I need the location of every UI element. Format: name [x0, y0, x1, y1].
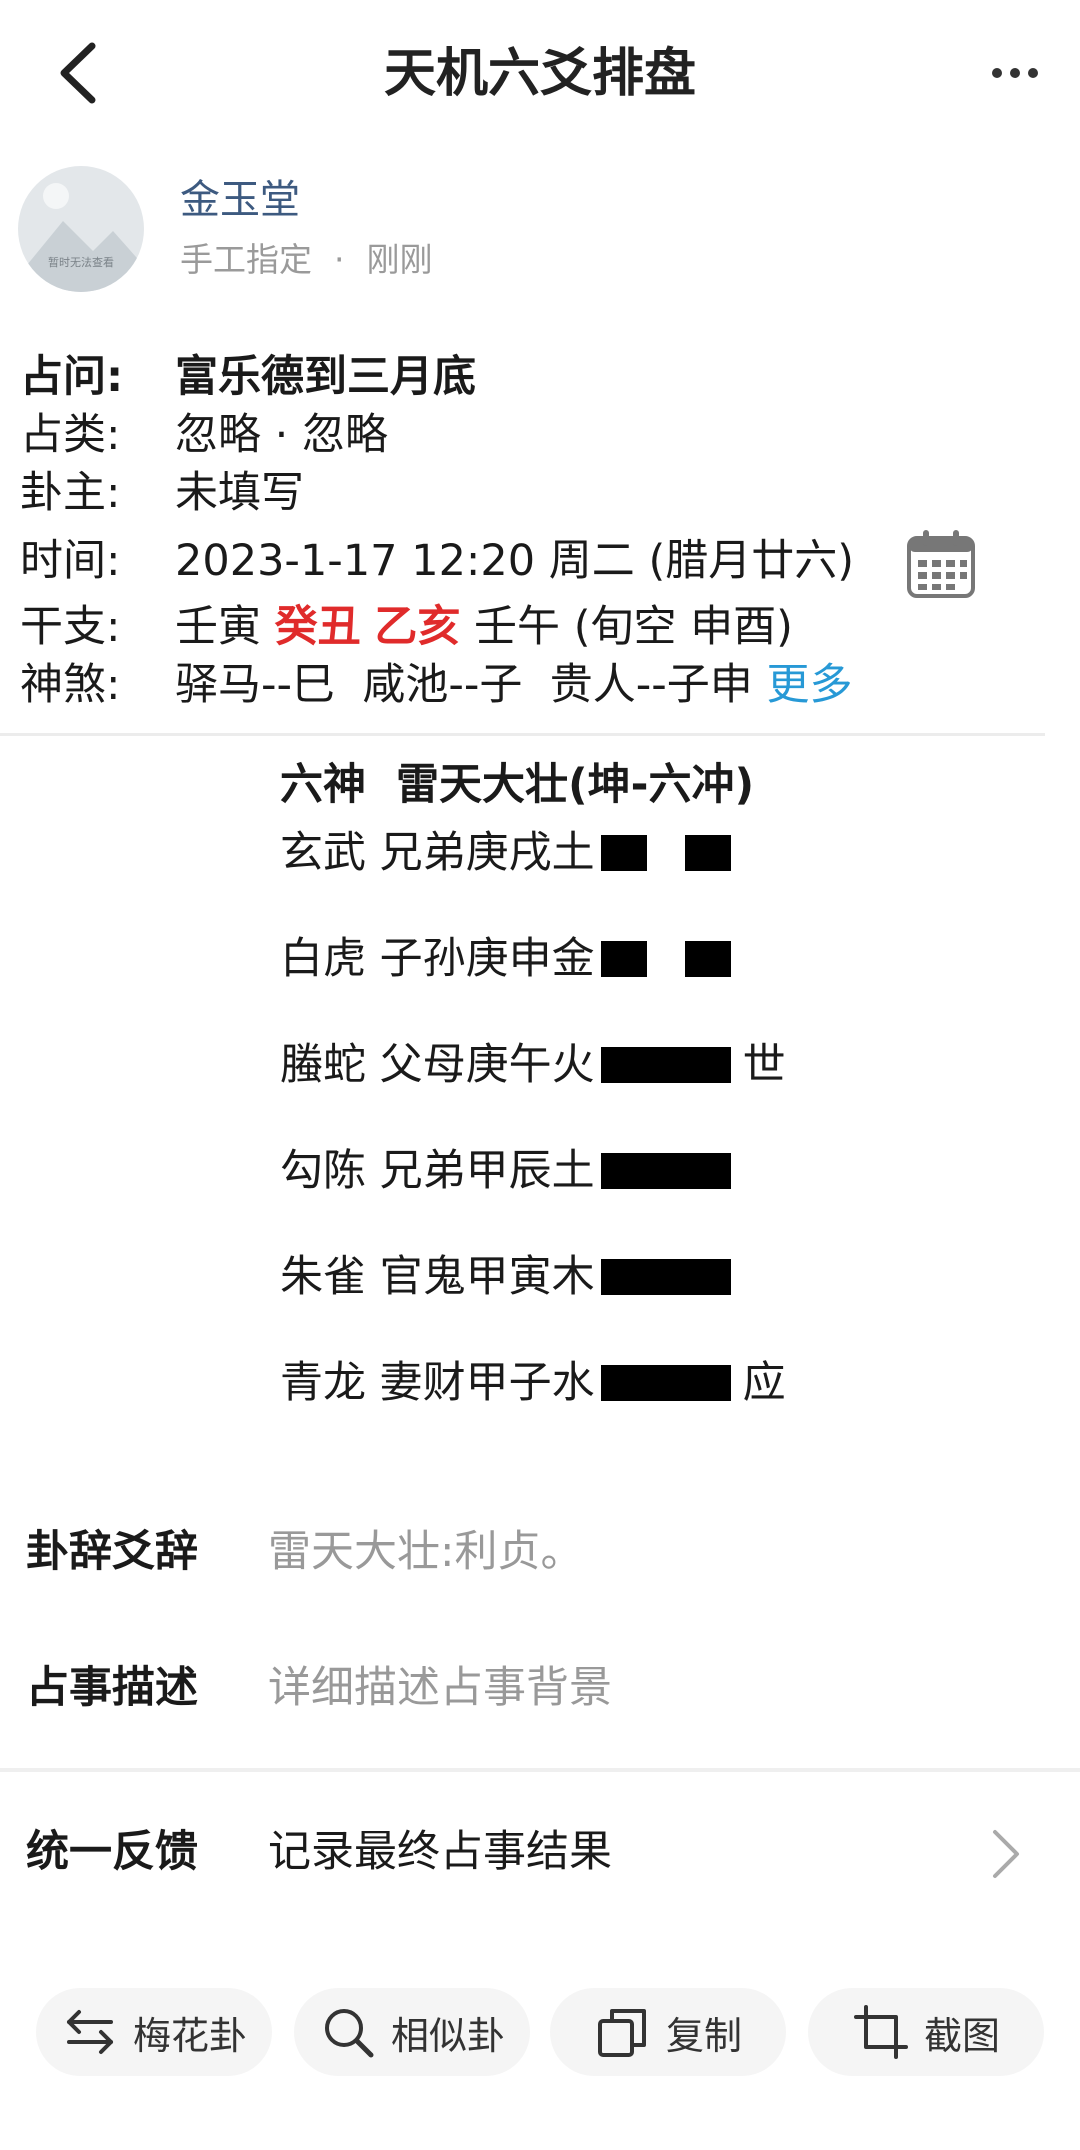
post-subline: 手工指定 · 刚刚: [180, 234, 433, 286]
yang-line: [600, 1047, 731, 1083]
line-text: 青龙 妻财甲子水: [280, 1358, 595, 1408]
ganzhi-day: 乙亥: [374, 602, 461, 652]
category-label: 占类:: [20, 410, 121, 460]
meihua-label: 梅花卦: [132, 2013, 247, 2058]
hexagram-line: 螣蛇 父母庚午火 世: [280, 1035, 900, 1141]
ganzhi-void: (旬空 申酉): [573, 602, 793, 652]
post-time: 刚刚: [366, 240, 433, 279]
copy-label: 复制: [665, 2013, 742, 2058]
shensha-row: 神煞: 驿马--巳 咸池--子 贵人--子申 更多: [20, 656, 852, 714]
desc-label: 占事描述: [26, 1663, 198, 1713]
divider: [0, 733, 1045, 736]
separator-dot: ·: [334, 240, 345, 279]
yang-line: [600, 1259, 731, 1295]
line-text: 勾陈 兄弟甲辰土: [280, 1146, 595, 1196]
ganzhi-label: 干支:: [20, 602, 121, 652]
yin-line: [600, 835, 731, 871]
shensha-value: 驿马--巳 咸池--子 贵人--子申: [175, 660, 753, 710]
swap-arrows-icon: [66, 2010, 113, 2054]
more-dots-icon: [992, 68, 1038, 78]
username[interactable]: 金玉堂: [180, 172, 300, 228]
line-text: 白虎 子孙庚申金: [280, 934, 595, 984]
more-menu-button[interactable]: [985, 28, 1055, 118]
crop-icon: [853, 2005, 908, 2059]
method-text: 手工指定: [180, 240, 312, 279]
yang-segment: [600, 1153, 731, 1189]
meihua-button[interactable]: 梅花卦: [36, 1988, 272, 2076]
screenshot-label: 截图: [923, 2013, 1000, 2058]
calendar-icon: [907, 530, 975, 598]
yang-segment: [600, 1259, 731, 1295]
search-icon: [324, 2009, 374, 2058]
copy-button[interactable]: 复制: [550, 1988, 786, 2076]
svg-text:暂时无法查看: 暂时无法查看: [48, 255, 114, 269]
hexagram-line: 青龙 妻财甲子水 应: [280, 1353, 900, 1459]
hexagram-lines: 玄武 兄弟庚戌土 白虎 子孙庚申金 螣蛇 父母庚午火 世勾陈 兄弟甲辰土 朱雀 官鬼甲寅…: [280, 823, 900, 1459]
subject-row: 卦主: 未填写: [20, 464, 304, 522]
more-link[interactable]: 更多: [766, 660, 852, 710]
yin-segment: [684, 941, 731, 977]
line-mark: 应: [742, 1358, 786, 1408]
subject-label: 卦主:: [20, 468, 121, 518]
yin-segment: [684, 835, 731, 871]
ganzhi-month: 癸丑: [274, 602, 361, 652]
yang-segment: [600, 1365, 731, 1401]
feedback-chevron[interactable]: [985, 1824, 1025, 1884]
yin-line: [600, 941, 731, 977]
hexagram-line: 白虎 子孙庚申金: [280, 929, 900, 1035]
page-title: 天机六爻排盘: [383, 44, 696, 104]
avatar[interactable]: 暂时无法查看: [18, 166, 144, 292]
yang-segment: [600, 1047, 731, 1083]
ganzhi-hour: 壬午: [474, 602, 561, 652]
feedback-value[interactable]: 记录最终占事结果: [268, 1822, 612, 1882]
similar-label: 相似卦: [390, 2013, 505, 2058]
chevron-right-icon: [993, 1830, 1019, 1878]
subject-value: 未填写: [175, 468, 304, 518]
hexagram-line: 勾陈 兄弟甲辰土: [280, 1141, 900, 1247]
datetime-value: 2023-1-17 12:20 周二 (腊月廿六): [175, 536, 855, 586]
feedback-label: 统一反馈: [26, 1827, 198, 1877]
similar-button[interactable]: 相似卦: [294, 1988, 530, 2076]
image-placeholder-icon: 暂时无法查看: [18, 166, 144, 292]
datetime-row: 时间: 2023-1-17 12:20 周二 (腊月廿六): [20, 532, 854, 590]
question-value: 富乐德到三月底: [175, 352, 476, 402]
ganzhi-year: 壬寅: [175, 602, 261, 652]
yang-line: [600, 1365, 731, 1401]
divider: [0, 1768, 1080, 1772]
datetime-label: 时间:: [20, 536, 121, 586]
calendar-button[interactable]: [905, 528, 977, 600]
line-mark: 世: [742, 1040, 786, 1090]
yin-segment: [600, 941, 647, 977]
hexagram-header: 六神 雷天大壮(坤-六冲): [280, 760, 755, 810]
hexagram-line: 玄武 兄弟庚戌土: [280, 823, 900, 929]
shensha-label: 神煞:: [20, 660, 121, 710]
guaci-text: 雷天大壮:利贞。: [268, 1527, 584, 1577]
guaci-label: 卦辞爻辞: [26, 1527, 198, 1577]
copy-icon: [597, 2009, 646, 2057]
yin-segment: [600, 835, 647, 871]
hexagram-line: 朱雀 官鬼甲寅木: [280, 1247, 900, 1353]
screenshot-button[interactable]: 截图: [808, 1988, 1044, 2076]
question-label: 占问:: [20, 352, 124, 402]
desc-input[interactable]: 详细描述占事背景: [268, 1658, 612, 1718]
line-text: 玄武 兄弟庚戌土: [280, 828, 595, 878]
category-value: 忽略 · 忽略: [175, 410, 389, 460]
question-row: 占问: 富乐德到三月底: [20, 348, 476, 406]
yang-line: [600, 1153, 731, 1189]
line-text: 螣蛇 父母庚午火: [280, 1040, 595, 1090]
category-row: 占类: 忽略 · 忽略: [20, 406, 388, 464]
line-text: 朱雀 官鬼甲寅木: [280, 1252, 595, 1302]
ganzhi-row: 干支: 壬寅 癸丑 乙亥 壬午 (旬空 申酉): [20, 598, 793, 656]
hexagram-chart: 六神 雷天大壮(坤-六冲) 玄武 兄弟庚戌土 白虎 子孙庚申金 螣蛇 父母庚午火 世勾…: [280, 755, 900, 1459]
